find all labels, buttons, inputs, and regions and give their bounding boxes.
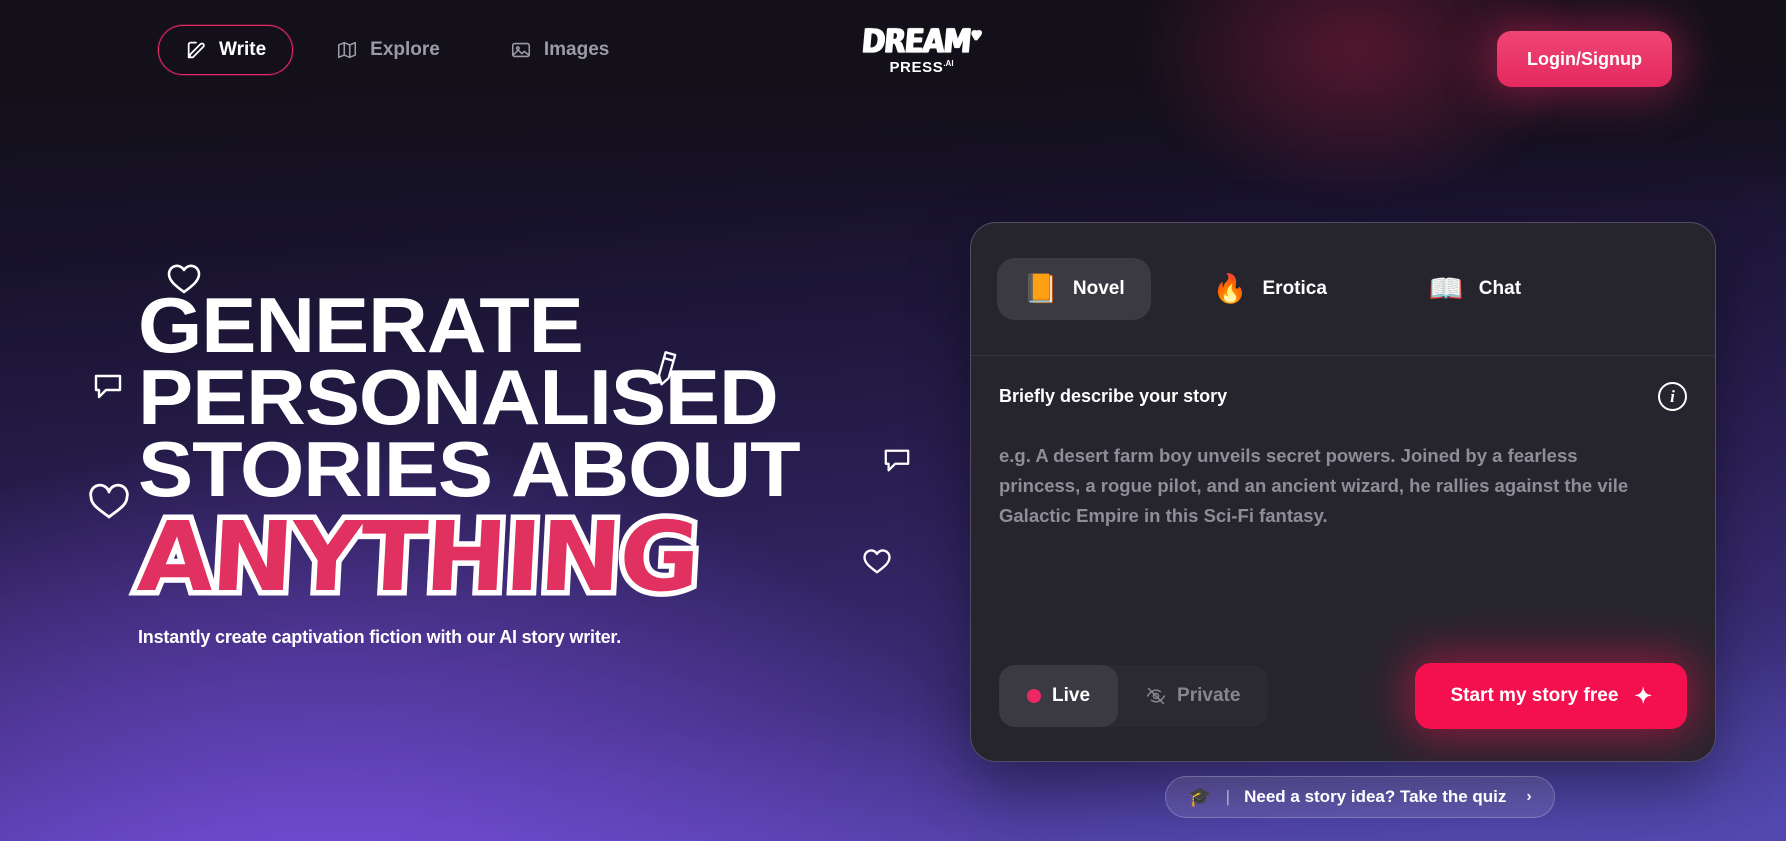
story-type-tabs: 📙 Novel 🔥 Erotica 📖 Chat	[971, 223, 1715, 356]
start-story-button[interactable]: Start my story free ✦	[1415, 663, 1687, 729]
prompt-label-row: Briefly describe your story i	[999, 382, 1687, 411]
pencil-square-icon	[185, 39, 207, 61]
notebook-icon: 📙	[1023, 273, 1058, 304]
info-icon[interactable]: i	[1658, 382, 1687, 411]
tab-label-novel: Novel	[1072, 278, 1125, 299]
headline-line-1: GENERATE	[138, 281, 584, 369]
quiz-separator: |	[1225, 787, 1231, 806]
sparkles-icon: ✦	[1634, 684, 1652, 708]
nav-item-explore[interactable]: Explore	[309, 25, 467, 75]
page-title: GENERATE PERSONALISED STORIES ABOUT	[138, 281, 965, 513]
live-dot-icon	[1027, 689, 1041, 703]
site-header: Write Explore Images DREAM♥ PRESS.AI Log…	[0, 0, 1786, 100]
logo-wordmark-press: PRESS.AI	[889, 58, 954, 76]
visibility-label-live: Live	[1052, 685, 1091, 706]
tab-label-chat: Chat	[1478, 278, 1522, 299]
hero-subtitle: Instantly create captivation fiction wit…	[138, 627, 622, 648]
logo-wordmark-dream: DREAM♥	[861, 21, 982, 60]
prompt-area: Briefly describe your story i e.g. A des…	[971, 356, 1715, 531]
image-icon	[510, 39, 532, 61]
hero-section: GENERATE PERSONALISED STORIES ABOUT ANYT…	[129, 286, 918, 648]
logo-heart-icon: ♥	[970, 26, 982, 44]
visibility-toggle-group: Live Private	[999, 665, 1269, 727]
take-the-quiz-button[interactable]: 🎓 | Need a story idea? Take the quiz ›	[1165, 776, 1555, 818]
main-nav: Write Explore Images	[158, 25, 636, 75]
tab-novel[interactable]: 📙 Novel	[997, 258, 1151, 320]
visibility-label-private: Private	[1177, 685, 1241, 706]
visibility-option-live[interactable]: Live	[999, 665, 1119, 727]
open-book-icon: 📖	[1428, 273, 1464, 304]
tab-erotica[interactable]: 🔥 Erotica	[1187, 258, 1353, 320]
nav-label-explore: Explore	[370, 39, 440, 60]
headline-line-3: STORIES ABOUT	[138, 424, 801, 513]
logo-press-text: PRESS	[889, 58, 944, 76]
nav-item-images[interactable]: Images	[483, 25, 636, 75]
logo-ai-suffix: .AI	[943, 58, 954, 68]
tab-label-erotica: Erotica	[1262, 278, 1327, 299]
graduation-cap-icon: 🎓	[1188, 787, 1212, 808]
headline-accent-word: ANYTHING	[129, 496, 706, 619]
story-prompt-input[interactable]: e.g. A desert farm boy unveils secret po…	[999, 441, 1629, 531]
nav-item-write[interactable]: Write	[158, 25, 294, 75]
fire-icon: 🔥	[1212, 273, 1248, 304]
site-logo[interactable]: DREAM♥ PRESS.AI	[861, 18, 982, 84]
headline-line-2: PERSONALISED	[138, 352, 779, 441]
quiz-label: Need a story idea? Take the quiz	[1244, 787, 1507, 806]
story-composer-card: 📙 Novel 🔥 Erotica 📖 Chat Briefly describ…	[970, 222, 1716, 762]
composer-controls: Live Private Start my story free ✦	[999, 663, 1687, 729]
logo-dream-text: DREAM	[860, 21, 973, 61]
cta-label: Start my story free	[1450, 685, 1619, 706]
visibility-option-private[interactable]: Private	[1118, 665, 1268, 727]
map-icon	[336, 39, 358, 61]
eye-off-icon	[1146, 686, 1166, 706]
nav-label-write: Write	[219, 39, 267, 60]
tab-chat[interactable]: 📖 Chat	[1403, 258, 1547, 320]
nav-label-images: Images	[543, 39, 610, 60]
prompt-label: Briefly describe your story	[999, 386, 1228, 406]
chevron-right-icon: ›	[1526, 788, 1532, 805]
login-signup-button[interactable]: Login/Signup	[1497, 31, 1672, 87]
